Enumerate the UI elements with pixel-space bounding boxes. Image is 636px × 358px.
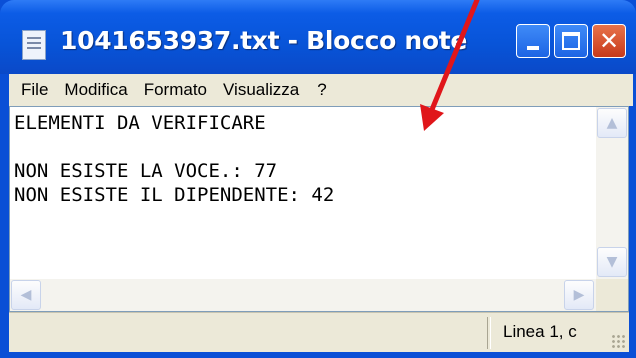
minimize-icon — [527, 46, 539, 50]
resize-grip-icon[interactable] — [611, 334, 625, 348]
text-editor[interactable]: ELEMENTI DA VERIFICARE NON ESISTE LA VOC… — [9, 106, 629, 312]
close-icon: ✕ — [598, 27, 620, 55]
menu-visualizza[interactable]: Visualizza — [223, 80, 299, 100]
menu-modifica[interactable]: Modifica — [64, 80, 127, 100]
status-separator — [487, 317, 491, 349]
scroll-up-arrow-icon[interactable]: ▲ — [597, 108, 627, 138]
minimize-button[interactable] — [516, 24, 550, 58]
document-text[interactable]: ELEMENTI DA VERIFICARE NON ESISTE LA VOC… — [14, 111, 594, 279]
maximize-button[interactable] — [554, 24, 588, 58]
scroll-corner — [596, 279, 628, 311]
menu-bar: File Modifica Formato Visualizza ? — [9, 74, 633, 106]
notepad-icon[interactable] — [22, 30, 46, 60]
notepad-window: 1041653937.txt - Blocco note ✕ File Modi… — [0, 0, 636, 358]
scroll-down-arrow-icon[interactable]: ▼ — [597, 247, 627, 277]
close-button[interactable]: ✕ — [592, 24, 626, 58]
scroll-right-arrow-icon[interactable]: ▶ — [564, 280, 594, 310]
menu-help[interactable]: ? — [317, 80, 326, 100]
menu-file[interactable]: File — [21, 80, 48, 100]
cursor-position: Linea 1, c — [503, 322, 577, 341]
scroll-left-arrow-icon[interactable]: ◀ — [11, 280, 41, 310]
menu-formato[interactable]: Formato — [144, 80, 207, 100]
horizontal-scrollbar[interactable]: ◀ ▶ — [10, 279, 596, 311]
maximize-icon — [562, 32, 580, 50]
title-bar[interactable]: 1041653937.txt - Blocco note ✕ — [0, 0, 636, 74]
window-title: 1041653937.txt - Blocco note — [60, 26, 468, 55]
vertical-scrollbar[interactable]: ▲ ▼ — [596, 107, 628, 279]
status-bar: Linea 1, c — [9, 312, 629, 352]
